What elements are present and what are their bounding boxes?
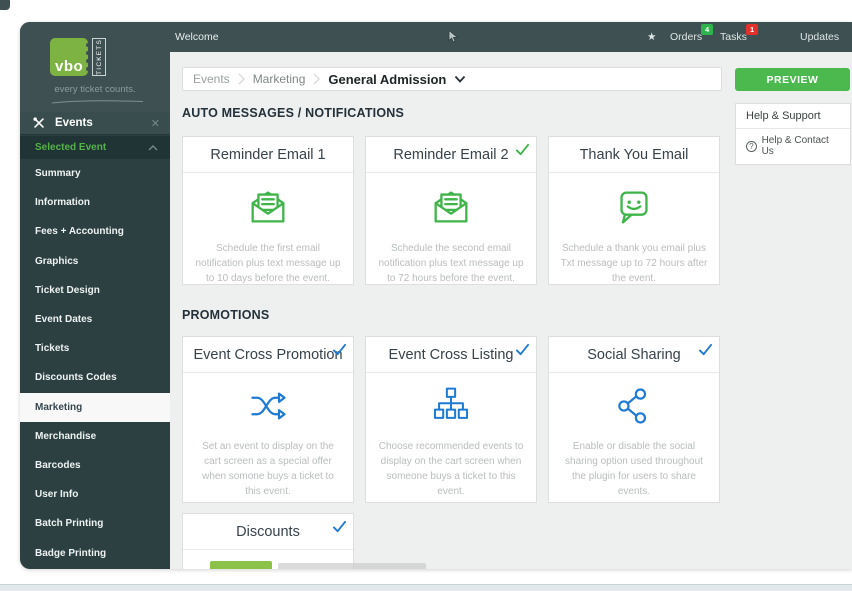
- sidebar-item-information[interactable]: Information: [20, 188, 170, 217]
- check-icon: [332, 519, 347, 534]
- card-description: Enable or disable the social sharing opt…: [565, 441, 703, 497]
- sidebar-item-fees-accounting[interactable]: Fees + Accounting: [20, 217, 170, 246]
- sidebar-item-graphics[interactable]: Graphics: [20, 247, 170, 276]
- card-event-cross-promotion[interactable]: Event Cross Promotion Set an event to di…: [182, 336, 354, 503]
- sidebar-item-barcodes[interactable]: Barcodes: [20, 451, 170, 480]
- sidebar-menu: Summary Information Fees + Accounting Gr…: [20, 159, 170, 568]
- check-icon: [698, 342, 713, 357]
- card-thank-you-email[interactable]: Thank You Email Schedule a thank you ema…: [548, 136, 720, 285]
- card-title: Event Cross Promotion: [183, 337, 353, 373]
- preview-button[interactable]: PREVIEW: [735, 68, 850, 91]
- card-reminder-email-1[interactable]: Reminder Email 1 Schedule the first emai…: [182, 136, 354, 285]
- sidebar-item-batch-printing[interactable]: Batch Printing: [20, 509, 170, 538]
- clipped-green-button: [210, 561, 272, 569]
- help-contact-link[interactable]: ? Help & Contact Us: [736, 129, 850, 164]
- sidebar-item-discounts-codes[interactable]: Discounts Codes: [20, 363, 170, 392]
- sidebar: vbo TICKETS every ticket counts. Events …: [20, 22, 170, 569]
- tools-icon: [32, 116, 46, 130]
- question-mark-icon: ?: [746, 140, 757, 152]
- mouse-cursor-icon: [448, 30, 459, 43]
- chevron-right-icon: [313, 73, 321, 85]
- card-social-sharing[interactable]: Social Sharing Enable or disable the soc…: [548, 336, 720, 503]
- card-title: Social Sharing: [549, 337, 719, 373]
- sidebar-item-badge-printing[interactable]: Badge Printing: [20, 538, 170, 567]
- check-icon: [515, 142, 530, 157]
- welcome-label: Welcome: [175, 31, 219, 43]
- logo-text: vbo: [55, 58, 84, 75]
- card-title: Reminder Email 1: [183, 137, 353, 173]
- card-event-cross-listing[interactable]: Event Cross Listing Choose recommended e…: [365, 336, 537, 503]
- logo-tagline: every ticket counts.: [54, 84, 136, 95]
- tasks-menu[interactable]: Tasks: [720, 22, 747, 52]
- tagline-underline: [50, 99, 145, 104]
- card-reminder-email-2[interactable]: Reminder Email 2 Schedule the second ema…: [365, 136, 537, 285]
- card-title: Event Cross Listing: [366, 337, 536, 373]
- card-description: Schedule a thank you email plus Txt mess…: [560, 243, 708, 284]
- tasks-count-badge: 1: [746, 24, 759, 35]
- help-support-title: Help & Support: [736, 104, 850, 129]
- chevron-up-icon[interactable]: [148, 144, 158, 151]
- card-description: Schedule the first email notification pl…: [195, 243, 341, 284]
- logo-tickets-label: TICKETS: [92, 38, 106, 76]
- share-icon: [618, 388, 647, 424]
- section-heading-auto-messages: AUTO MESSAGES / NOTIFICATIONS: [182, 106, 405, 120]
- sidebar-header: Events ✕: [20, 112, 170, 135]
- sitemap-icon: [433, 387, 469, 419]
- help-support-panel: Help & Support ? Help & Contact Us: [735, 103, 851, 165]
- envelope-open-icon: [434, 191, 468, 223]
- sidebar-item-tickets[interactable]: Tickets: [20, 334, 170, 363]
- favorites-star-icon[interactable]: ★: [647, 22, 656, 52]
- screenshot-canvas: Welcome ★ Orders 4 Tasks 1 Updates vbo T…: [0, 0, 852, 591]
- clipped-text-fragment: [278, 563, 426, 569]
- breadcrumb: Events Marketing General Admission: [182, 67, 722, 91]
- app-window: Welcome ★ Orders 4 Tasks 1 Updates vbo T…: [20, 22, 852, 569]
- sidebar-item-marketing[interactable]: Marketing: [20, 392, 170, 422]
- card-description: Schedule the second email notification p…: [378, 243, 524, 284]
- section-heading-promotions: PROMOTIONS: [182, 308, 270, 322]
- chevron-right-icon: [238, 73, 245, 85]
- vbo-logo: vbo: [50, 38, 90, 76]
- main-content: Events Marketing General Admission PREVI…: [170, 52, 852, 569]
- orders-count-badge: 4: [701, 24, 714, 35]
- check-icon: [332, 342, 347, 357]
- card-title: Reminder Email 2: [366, 137, 536, 173]
- card-description: Set an event to display on the cart scre…: [202, 441, 334, 497]
- corner-fragment: [0, 0, 10, 10]
- bottom-edge-strip: [0, 584, 852, 591]
- sidebar-item-summary[interactable]: Summary: [20, 159, 170, 188]
- chevron-down-icon[interactable]: [454, 75, 466, 83]
- sidebar-item-ticket-design[interactable]: Ticket Design: [20, 276, 170, 305]
- breadcrumb-current-event[interactable]: General Admission: [328, 72, 446, 87]
- breadcrumb-events[interactable]: Events: [193, 72, 230, 86]
- card-title: Discounts: [183, 514, 353, 550]
- shuffle-icon: [251, 392, 286, 420]
- sidebar-item-merchandise[interactable]: Merchandise: [20, 422, 170, 451]
- sidebar-item-event-dates[interactable]: Event Dates: [20, 305, 170, 334]
- smiley-bubble-icon: [620, 191, 648, 224]
- sidebar-group-selected-event[interactable]: Selected Event: [20, 136, 170, 159]
- check-icon: [515, 342, 530, 357]
- orders-menu[interactable]: Orders: [670, 22, 702, 52]
- sidebar-item-user-info[interactable]: User Info: [20, 480, 170, 509]
- envelope-open-icon: [251, 191, 285, 223]
- close-icon[interactable]: ✕: [151, 117, 160, 130]
- card-title: Thank You Email: [549, 137, 719, 173]
- card-description: Choose recommended events to display on …: [378, 441, 524, 497]
- updates-menu[interactable]: Updates: [800, 22, 839, 52]
- logo-area: vbo TICKETS every ticket counts.: [20, 22, 170, 112]
- sidebar-title: Events: [55, 117, 93, 129]
- breadcrumb-marketing[interactable]: Marketing: [253, 72, 306, 86]
- selected-event-label: Selected Event: [35, 142, 107, 153]
